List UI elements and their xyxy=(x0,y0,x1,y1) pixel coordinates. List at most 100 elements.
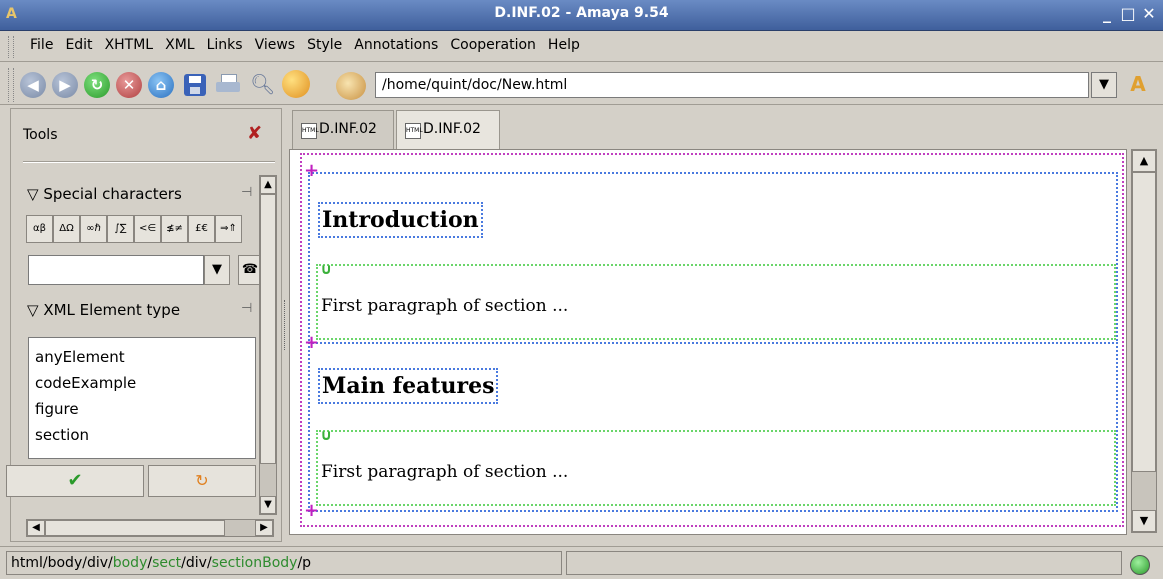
apply-button[interactable]: ✔ xyxy=(6,465,144,497)
amaya-logo-icon: A xyxy=(1130,72,1146,96)
title-bar[interactable]: A D.INF.02 - Amaya 9.54 _ □ ✕ xyxy=(0,0,1163,31)
url-input[interactable]: /home/quint/doc/New.html xyxy=(375,72,1089,98)
section-paragraph[interactable]: First paragraph of section ... xyxy=(321,462,568,482)
close-tools-icon[interactable]: ✘ xyxy=(247,123,262,144)
tools-horizontal-scrollbar[interactable]: ◀ ▶ xyxy=(26,519,274,537)
menu-file[interactable]: File xyxy=(24,31,59,53)
scroll-thumb[interactable] xyxy=(1132,172,1156,472)
tools-title: Tools xyxy=(23,127,58,143)
tools-panel: Tools ✘ ▽ Special characters ⊣ αβ ΔΩ ∞ℏ ∫∑ <… xyxy=(6,108,282,542)
scroll-up-button[interactable]: ▲ xyxy=(1132,150,1156,172)
scroll-down-button[interactable]: ▼ xyxy=(1132,510,1156,532)
html-file-icon: HTML xyxy=(405,123,423,139)
forward-icon[interactable]: ▶ xyxy=(52,72,78,98)
menubar-grip[interactable] xyxy=(8,36,14,58)
html-file-icon: HTML xyxy=(301,123,319,139)
collapse-triangle-icon: ▽ xyxy=(27,185,39,203)
connection-status-icon xyxy=(1130,555,1150,575)
find-icon[interactable]: 🔍︎ xyxy=(250,72,276,98)
detach-icon[interactable]: ⊣ xyxy=(241,185,252,200)
palette-currency-button[interactable]: £€ xyxy=(188,215,215,243)
path-segment[interactable]: body xyxy=(48,555,83,571)
menu-xhtml[interactable]: XHTML xyxy=(99,31,160,53)
path-segment[interactable]: div xyxy=(186,555,207,571)
section-marker-icon[interactable]: + xyxy=(304,500,319,521)
toolbar-grip[interactable] xyxy=(8,68,14,102)
section-heading[interactable]: Main features xyxy=(318,368,499,404)
path-segment[interactable]: body xyxy=(113,555,148,571)
section-marker-icon[interactable]: + xyxy=(304,160,319,181)
menu-links[interactable]: Links xyxy=(201,31,249,53)
menu-bar: File Edit XHTML XML Links Views Style Annotatio… xyxy=(0,31,1163,62)
detach-icon[interactable]: ⊣ xyxy=(241,301,252,316)
list-item[interactable]: section xyxy=(35,422,136,448)
xml-element-type-label: XML Element type xyxy=(43,301,181,319)
list-item[interactable]: figure xyxy=(35,396,136,422)
scroll-right-button[interactable]: ▶ xyxy=(255,520,273,536)
section-marker-icon[interactable]: + xyxy=(304,332,319,353)
menu-annotations[interactable]: Annotations xyxy=(348,31,444,53)
document-vertical-scrollbar[interactable]: ▲ ▼ xyxy=(1131,149,1157,533)
tab-document-1[interactable]: HTML D.INF.02 xyxy=(292,110,394,150)
menu-xml[interactable]: XML xyxy=(159,31,200,53)
spellcheck-icon[interactable] xyxy=(282,70,310,98)
menu-edit[interactable]: Edit xyxy=(59,31,98,53)
xml-element-type-header[interactable]: ▽ XML Element type xyxy=(27,301,180,319)
palette-arrows-button[interactable]: ⇒⇑ xyxy=(215,215,242,243)
tab-document-2[interactable]: HTML D.INF.02 xyxy=(396,110,500,151)
section-body-marker-icon[interactable]: ∪ xyxy=(320,260,332,278)
menu-cooperation[interactable]: Cooperation xyxy=(444,31,542,53)
path-segment[interactable]: div xyxy=(87,555,108,571)
reload-icon[interactable]: ↻ xyxy=(84,72,110,98)
scroll-thumb[interactable] xyxy=(45,520,225,536)
document-view[interactable]: + Introduction ∪ First paragraph of sect… xyxy=(289,149,1127,535)
url-dropdown-button[interactable]: ▼ xyxy=(1091,72,1117,98)
menu-help[interactable]: Help xyxy=(542,31,586,53)
special-character-dropdown[interactable]: ▼ xyxy=(204,255,230,285)
palette-math-button[interactable]: ∫∑ xyxy=(107,215,134,243)
menu-views[interactable]: Views xyxy=(249,31,302,53)
tab-label: D.INF.02 xyxy=(319,121,377,137)
list-item[interactable]: codeExample xyxy=(35,370,136,396)
special-character-input[interactable] xyxy=(28,255,204,285)
palette-negations-button[interactable]: ≰≠ xyxy=(161,215,188,243)
section-heading[interactable]: Introduction xyxy=(318,202,483,238)
status-bar: html/body/div/body/sect/div/sectionBody/… xyxy=(0,546,1163,579)
refresh-button[interactable]: ↻ xyxy=(148,465,256,497)
palette-misc-button[interactable]: ∞ℏ xyxy=(80,215,107,243)
window-title: D.INF.02 - Amaya 9.54 xyxy=(494,5,669,21)
scroll-up-button[interactable]: ▲ xyxy=(260,176,276,194)
element-path: html/body/div/body/sect/div/sectionBody/… xyxy=(6,551,562,575)
path-segment[interactable]: html xyxy=(11,555,43,571)
path-segment[interactable]: sectionBody xyxy=(212,555,298,571)
minimize-button[interactable]: _ xyxy=(1097,4,1117,24)
home-icon[interactable]: ⌂ xyxy=(148,72,174,98)
section-paragraph[interactable]: First paragraph of section ... xyxy=(321,296,568,316)
path-segment[interactable]: sect xyxy=(152,555,181,571)
save-icon[interactable] xyxy=(184,74,206,96)
special-characters-palette: αβ ΔΩ ∞ℏ ∫∑ <∈ ≰≠ £€ ⇒⇑ xyxy=(26,215,262,245)
section-body-marker-icon[interactable]: ∪ xyxy=(320,426,332,444)
tools-divider xyxy=(23,161,275,163)
tools-vertical-scrollbar[interactable]: ▲ ▼ xyxy=(259,175,277,515)
scroll-thumb[interactable] xyxy=(260,194,276,464)
scroll-left-button[interactable]: ◀ xyxy=(27,520,45,536)
stop-icon[interactable]: ✕ xyxy=(116,72,142,98)
maximize-button[interactable]: □ xyxy=(1118,4,1138,24)
xml-element-list[interactable]: anyElement codeExample figure section xyxy=(28,337,256,459)
list-item[interactable]: anyElement xyxy=(35,344,136,370)
palette-icon[interactable] xyxy=(336,72,366,100)
menu-style[interactable]: Style xyxy=(301,31,348,53)
collapse-triangle-icon: ▽ xyxy=(27,301,39,319)
scroll-down-button[interactable]: ▼ xyxy=(260,496,276,514)
print-icon[interactable] xyxy=(216,74,240,96)
special-characters-header[interactable]: ▽ Special characters xyxy=(27,185,182,203)
tab-label: D.INF.02 xyxy=(423,121,481,137)
palette-relations-button[interactable]: <∈ xyxy=(134,215,161,243)
close-window-button[interactable]: ✕ xyxy=(1139,4,1159,24)
palette-greek-button[interactable]: αβ xyxy=(26,215,53,243)
palette-greek-upper-button[interactable]: ΔΩ xyxy=(53,215,80,243)
path-segment[interactable]: p xyxy=(302,555,311,571)
back-icon[interactable]: ◀ xyxy=(20,72,46,98)
special-characters-label: Special characters xyxy=(43,185,182,203)
